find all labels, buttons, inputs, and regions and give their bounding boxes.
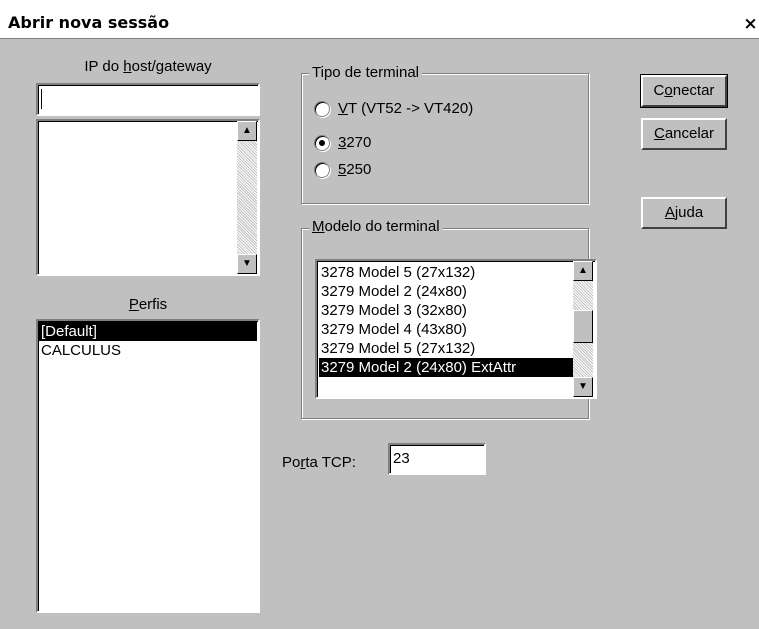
arrow-down-icon[interactable]: ▼: [573, 377, 593, 397]
host-list-scrollbar[interactable]: ▲ ▼: [237, 121, 257, 274]
arrow-up-icon[interactable]: ▲: [237, 121, 257, 141]
model-item[interactable]: 3279 Model 5 (27x132): [319, 339, 573, 358]
model-item-selected[interactable]: 3279 Model 2 (24x80) ExtAttr: [319, 358, 573, 377]
radio-button-icon[interactable]: [314, 161, 330, 178]
port-label: Porta TCP:: [282, 454, 356, 471]
host-label: IP do host/gateway: [36, 58, 260, 75]
port-input[interactable]: 23: [388, 443, 486, 475]
radio-3270[interactable]: 3270: [314, 134, 371, 151]
model-item[interactable]: 3279 Model 3 (32x80): [319, 301, 573, 320]
host-history-list[interactable]: ▲ ▼: [36, 119, 260, 276]
host-input[interactable]: [36, 83, 260, 116]
window-title: Abrir nova sessão: [8, 13, 170, 32]
model-list-scrollbar[interactable]: ▲ ▼: [573, 261, 593, 397]
model-item[interactable]: 3279 Model 2 (24x80): [319, 282, 573, 301]
profiles-label: Perfis: [128, 296, 168, 313]
radio-button-icon[interactable]: [314, 100, 330, 117]
profile-item-calculus[interactable]: CALCULUS: [39, 341, 257, 360]
model-item[interactable]: 3278 Model 5 (27x132): [319, 263, 573, 282]
terminal-model-list[interactable]: 3278 Model 5 (27x132) 3279 Model 2 (24x8…: [315, 259, 597, 399]
text-cursor: [41, 89, 42, 109]
radio-button-checked-icon[interactable]: [314, 134, 330, 151]
profile-item-default[interactable]: [Default]: [39, 322, 257, 341]
terminal-type-label: Tipo de terminal: [309, 64, 422, 81]
host-label-text: IP do host/gateway: [84, 58, 212, 75]
cancel-button[interactable]: Cancelar: [641, 118, 727, 150]
terminal-model-label: Modelo do terminal: [309, 218, 443, 235]
scroll-thumb[interactable]: [573, 310, 593, 343]
close-button[interactable]: ×: [742, 13, 759, 35]
connect-button[interactable]: Conectar: [640, 74, 728, 108]
profiles-list[interactable]: [Default] CALCULUS: [36, 319, 260, 613]
radio-5250-label: 5250: [338, 161, 372, 178]
radio-vt-label: VT (VT52 -> VT420): [338, 100, 474, 117]
model-item[interactable]: 3279 Model 4 (43x80): [319, 320, 573, 339]
arrow-up-icon[interactable]: ▲: [573, 261, 593, 281]
arrow-down-icon[interactable]: ▼: [237, 254, 257, 274]
radio-5250[interactable]: 5250: [314, 161, 371, 178]
radio-3270-label: 3270: [338, 134, 372, 151]
title-bar: Abrir nova sessão ×: [0, 0, 759, 39]
help-button[interactable]: Ajuda: [641, 197, 727, 229]
radio-vt[interactable]: VT (VT52 -> VT420): [314, 100, 473, 117]
